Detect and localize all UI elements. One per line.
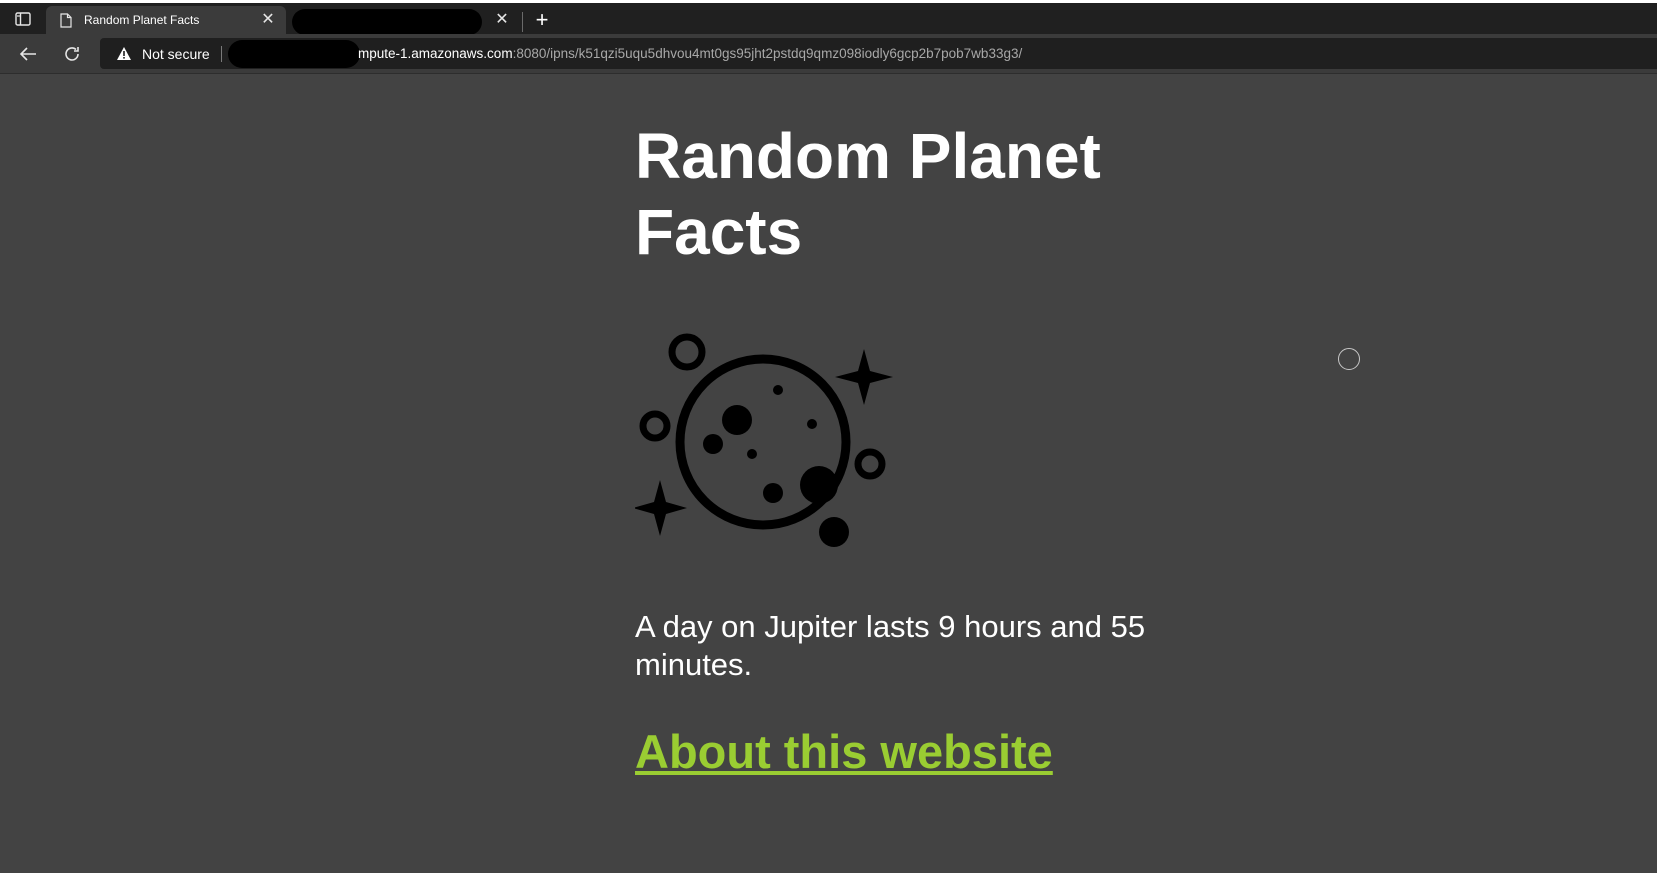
not-secure-label[interactable]: Not secure (142, 46, 210, 62)
back-arrow-icon[interactable] (17, 43, 39, 65)
warning-icon[interactable] (116, 46, 132, 61)
tab-bar: Random Planet Facts ✕ am ✕ + (0, 3, 1657, 35)
browser-toolbar: Not secure mpute-1.amazonaws.com:8080/ip… (0, 34, 1657, 74)
new-tab-button[interactable]: + (532, 9, 552, 31)
address-bar[interactable]: Not secure mpute-1.amazonaws.com:8080/ip… (100, 38, 1657, 69)
close-tab-icon[interactable]: ✕ (260, 12, 276, 28)
url-path: :8080/ipns/k51qzi5uqu5dhvou4mt0gs95jht2p… (512, 46, 1023, 61)
cursor-indicator (1338, 348, 1360, 370)
about-website-link[interactable]: About this website (635, 724, 1053, 779)
url-text[interactable]: mpute-1.amazonaws.com:8080/ipns/k51qzi5u… (358, 46, 1022, 61)
page-title: Random Planet Facts (635, 120, 1101, 268)
refresh-icon[interactable] (61, 43, 83, 65)
tab-title: Random Planet Facts (84, 13, 200, 27)
address-separator (221, 46, 222, 62)
document-icon (60, 12, 74, 28)
tab-separator (522, 12, 523, 32)
planet-icon (635, 333, 893, 547)
redaction-mark (228, 40, 360, 68)
url-host: mpute-1.amazonaws.com (358, 46, 513, 61)
main-content: Random Planet Facts A day on Jupiter las… (635, 118, 1195, 778)
tab-random-planet-facts[interactable]: Random Planet Facts ✕ (46, 6, 286, 34)
planet-fact: A day on Jupiter lasts 9 hours and 55 mi… (635, 609, 1146, 682)
close-tab-icon[interactable]: ✕ (494, 12, 510, 28)
tab-actions-icon[interactable] (14, 11, 32, 27)
redaction-mark (292, 9, 482, 35)
